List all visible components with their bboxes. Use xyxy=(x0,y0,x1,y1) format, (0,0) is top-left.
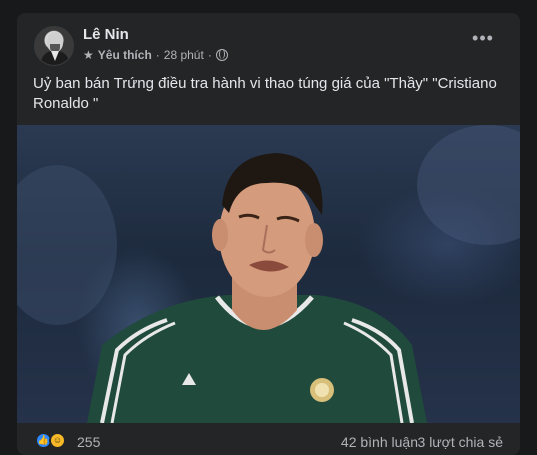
globe-icon[interactable] xyxy=(215,49,228,61)
more-options-button[interactable]: ••• xyxy=(469,29,497,49)
haha-icon[interactable]: ☺ xyxy=(49,432,66,449)
shares-count[interactable]: 3 lượt chia sẻ xyxy=(418,434,503,450)
reaction-count[interactable]: 255 xyxy=(77,434,100,450)
post-card: Lê Nin ★ Yêu thích · 28 phút · ••• Uỷ ba… xyxy=(17,13,520,455)
meta-separator: · xyxy=(155,48,160,62)
post-text: Uỷ ban bán Trứng điều tra hành vi thao t… xyxy=(33,75,497,112)
post-header: Lê Nin ★ Yêu thích · 28 phút · ••• xyxy=(17,13,520,69)
avatar[interactable] xyxy=(34,26,74,66)
author-name[interactable]: Lê Nin xyxy=(83,26,129,43)
meta-separator-2: · xyxy=(207,48,212,62)
comments-count[interactable]: 42 bình luận xyxy=(341,434,418,450)
post-footer: 👍 ☺ 255 42 bình luận 3 lượt chia sẻ xyxy=(17,423,520,455)
post-photo[interactable] xyxy=(17,125,520,423)
star-icon: ★ xyxy=(83,48,94,62)
player-photo-icon xyxy=(17,125,520,423)
post-meta: ★ Yêu thích · 28 phút · xyxy=(83,48,228,62)
favorite-label[interactable]: Yêu thích xyxy=(98,48,152,62)
post-time[interactable]: 28 phút xyxy=(164,48,204,62)
